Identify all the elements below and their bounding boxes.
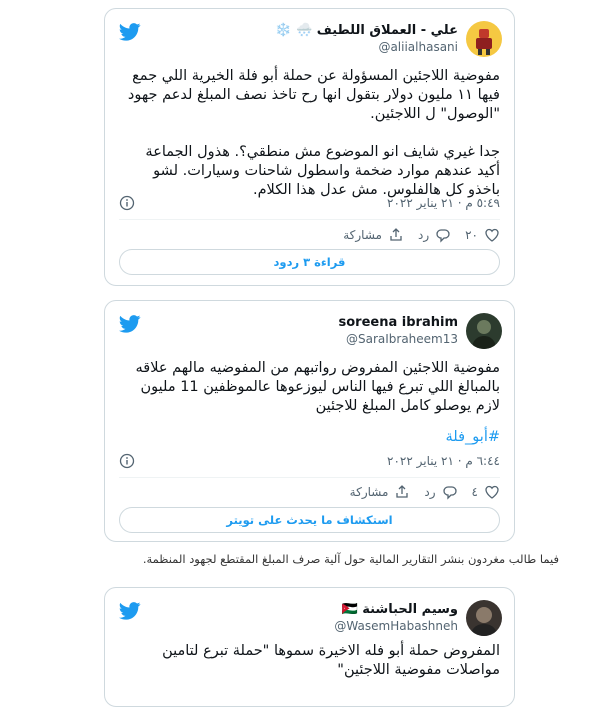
like-count: ٢٠ — [465, 228, 478, 242]
tweet-line: مواصلات مفوضية اللاجئين" — [337, 662, 500, 678]
like-button[interactable]: ٤ — [472, 484, 500, 500]
info-icon[interactable] — [119, 453, 135, 469]
author-name[interactable]: soreena ibrahim — [339, 315, 458, 330]
tweet-line: جدا غيري شايف انو الموضوع مش منطقي؟. هذو… — [145, 144, 500, 160]
tweet-actions: ٢٠ رد مشاركة — [329, 227, 500, 243]
heart-icon — [485, 228, 499, 242]
share-icon — [396, 485, 409, 498]
reply-button[interactable]: رد — [424, 484, 457, 500]
avatar-figure-icon — [476, 29, 492, 55]
twitter-bird-icon[interactable] — [119, 23, 141, 41]
reply-icon — [436, 229, 450, 243]
tweet-line: أكيد عندهم موارد ضخمة واسطول شاحنات وسيا… — [153, 163, 500, 179]
author-handle[interactable]: @SaraIbraheem13 — [346, 332, 458, 346]
avatar[interactable] — [466, 600, 502, 636]
share-button[interactable]: مشاركة — [350, 484, 411, 500]
tweet-line: بالمبالغ اللي تبرع فيها الناس ليوزعوها ع… — [140, 379, 501, 395]
tweet-card-3[interactable]: وسيم الحباشنة 🇯🇴 @WasemHabashneh المفروض… — [104, 587, 515, 707]
tweet-card-2[interactable]: soreena ibrahim @SaraIbraheem13 مفوضية ا… — [104, 300, 515, 542]
info-icon[interactable] — [119, 195, 135, 211]
heart-icon — [485, 485, 499, 499]
tweet-line: مفوضية اللاجئين المسؤولة عن حملة أبو فلة… — [132, 68, 500, 84]
tweet-text: مفوضية اللاجئين المفروض رواتبهم من المفو… — [119, 359, 500, 447]
reply-label: رد — [424, 485, 436, 499]
share-label: مشاركة — [343, 228, 382, 242]
tweet-line: "الوصول" ل اللاجئين. — [370, 106, 500, 122]
author-handle[interactable]: @WasemHabashneh — [334, 619, 458, 633]
share-icon — [390, 228, 402, 241]
tweet-line: فيها ١١ مليون دولار بتقول انها رح تاخذ ن… — [127, 87, 500, 103]
tweet-card-1[interactable]: علي - العملاق اللطيف 🌨️ ❄️ @aliialhasani… — [104, 8, 515, 286]
tweet-actions: ٤ رد مشاركة — [336, 484, 500, 500]
avatar-figure-icon — [472, 320, 496, 349]
read-replies-button[interactable]: قراءة ٣ ردود — [119, 249, 500, 275]
author-name[interactable]: وسيم الحباشنة 🇯🇴 — [342, 602, 458, 617]
divider — [119, 477, 500, 478]
tweet-line: لازم يوصلو كامل المبلغ للاجئين — [315, 398, 500, 414]
tweet-timestamp[interactable]: ٦:٤٤ م · ٢١ يناير ٢٠٢٢ — [387, 454, 500, 468]
author-handle[interactable]: @aliialhasani — [378, 40, 458, 54]
tweet-line: المفروض حملة أبو فله الاخيرة سموها "حملة… — [162, 643, 500, 659]
tweet-timestamp[interactable]: ٥:٤٩ م · ٢١ يناير ٢٠٢٢ — [387, 196, 500, 210]
share-label: مشاركة — [349, 485, 389, 499]
avatar-figure-icon — [471, 607, 497, 636]
share-button[interactable]: مشاركة — [343, 227, 404, 243]
article-caption: فيما طالب مغردون بنشر التقارير المالية ح… — [142, 552, 559, 566]
divider — [119, 219, 500, 220]
tweet-line: مفوضية اللاجئين المفروض رواتبهم من المفو… — [135, 360, 500, 376]
reply-label: رد — [417, 228, 430, 242]
author-name[interactable]: علي - العملاق اللطيف 🌨️ ❄️ — [275, 23, 458, 38]
hashtag-link[interactable]: #أبو_فلة — [446, 429, 500, 445]
explore-twitter-button[interactable]: استكشاف ما يحدث على تويتر — [119, 507, 500, 533]
twitter-bird-icon[interactable] — [119, 602, 141, 620]
tweet-text: المفروض حملة أبو فله الاخيرة سموها "حملة… — [119, 642, 500, 680]
twitter-bird-icon[interactable] — [119, 315, 141, 333]
reply-button[interactable]: رد — [418, 227, 451, 243]
avatar[interactable] — [466, 21, 502, 57]
tweet-text: مفوضية اللاجئين المسؤولة عن حملة أبو فلة… — [119, 67, 500, 200]
reply-icon — [442, 486, 457, 500]
like-button[interactable]: ٢٠ — [465, 227, 500, 243]
avatar[interactable] — [466, 313, 502, 349]
like-count: ٤ — [471, 485, 478, 499]
